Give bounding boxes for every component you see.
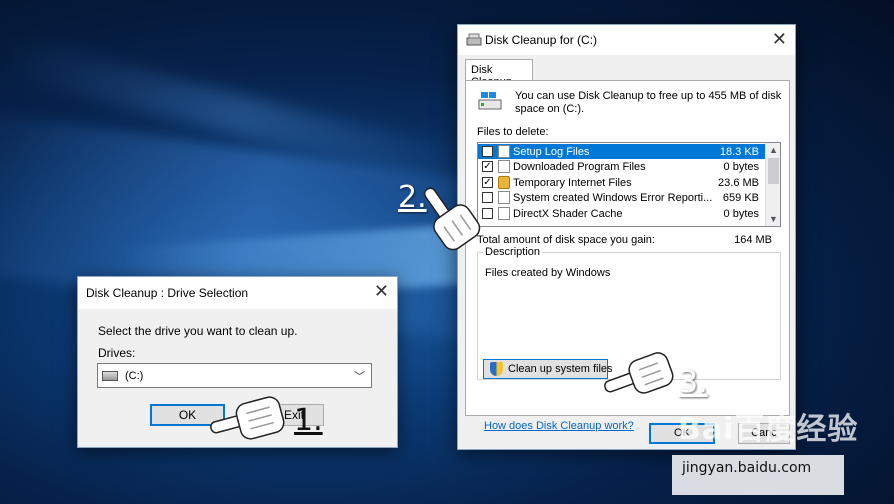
chevron-down-icon[interactable]: ﹀ bbox=[354, 368, 365, 384]
info-text: You can use Disk Cleanup to free up to 4… bbox=[515, 90, 782, 115]
total-value: 164 MB bbox=[734, 234, 772, 246]
watermark-url: jingyan.baidu.com bbox=[682, 460, 812, 476]
shield-icon bbox=[490, 362, 503, 376]
file-name: System created Windows Error Reporti... bbox=[513, 192, 713, 204]
lock-icon bbox=[498, 176, 510, 189]
scrollbar[interactable]: ▲ ▼ bbox=[765, 143, 780, 226]
drive-icon bbox=[102, 371, 118, 381]
file-name: Setup Log Files bbox=[513, 146, 590, 158]
scroll-down-icon[interactable]: ▼ bbox=[766, 212, 780, 226]
window-title: Disk Cleanup for (C:) bbox=[485, 33, 598, 47]
file-icon bbox=[498, 145, 510, 158]
watermark: Bai百度经验 jingyan.baidu.com bbox=[678, 404, 859, 476]
file-icon bbox=[498, 207, 510, 220]
file-size: 23.6 MB bbox=[718, 177, 759, 189]
file-name: Downloaded Program Files bbox=[513, 161, 646, 173]
list-item[interactable]: DirectX Shader Cache 0 bytes bbox=[478, 206, 765, 221]
file-size: 0 bytes bbox=[723, 208, 759, 220]
disk-cleanup-icon bbox=[466, 33, 482, 46]
file-size: 659 KB bbox=[722, 192, 759, 204]
description-text: Files created by Windows bbox=[485, 267, 611, 279]
drive-select[interactable]: (C:) ﹀ bbox=[97, 363, 372, 388]
list-item[interactable]: System created Windows Error Reporti... … bbox=[478, 190, 765, 205]
step-1-label: 1. bbox=[294, 403, 323, 438]
file-name: DirectX Shader Cache bbox=[513, 208, 623, 220]
drive-cleanup-icon bbox=[478, 92, 502, 110]
drives-label: Drives: bbox=[98, 346, 136, 360]
files-to-delete-label: Files to delete: bbox=[477, 126, 549, 138]
close-icon[interactable]: ✕ bbox=[772, 28, 787, 50]
pointing-hand-icon bbox=[604, 352, 674, 394]
list-item[interactable]: ✓ Temporary Internet Files 23.6 MB bbox=[478, 175, 765, 190]
title-bar: Disk Cleanup : Drive Selection ✕ bbox=[78, 277, 397, 309]
dialog-title: Disk Cleanup : Drive Selection bbox=[86, 286, 249, 300]
selected-drive: (C:) bbox=[125, 370, 144, 382]
close-icon[interactable]: ✕ bbox=[374, 280, 389, 302]
file-size: 0 bytes bbox=[723, 161, 759, 173]
tab-disk-cleanup[interactable]: Disk Cleanup bbox=[465, 59, 533, 88]
list-item[interactable]: Setup Log Files 18.3 KB bbox=[478, 144, 765, 159]
file-size: 18.3 KB bbox=[719, 146, 759, 158]
watermark-logo: Bai百度经验 bbox=[678, 412, 859, 447]
title-bar: Disk Cleanup for (C:) ✕ bbox=[458, 25, 795, 55]
file-name: Temporary Internet Files bbox=[513, 177, 632, 189]
scroll-thumb[interactable] bbox=[768, 158, 779, 184]
button-label: Clean up system files bbox=[508, 363, 613, 375]
checkbox[interactable] bbox=[482, 146, 493, 157]
clean-up-system-files-button[interactable]: Clean up system files bbox=[483, 359, 613, 379]
step-2-label: 2. bbox=[398, 180, 427, 215]
file-icon bbox=[498, 191, 510, 204]
files-to-delete-list[interactable]: Setup Log Files 18.3 KB ✓ Downloaded Pro… bbox=[477, 142, 781, 227]
how-disk-cleanup-works-link[interactable]: How does Disk Cleanup work? bbox=[484, 420, 634, 432]
total-label: Total amount of disk space you gain: bbox=[477, 234, 655, 246]
description-label: Description bbox=[483, 246, 543, 258]
step-3-label: 3. bbox=[679, 365, 708, 400]
scroll-up-icon[interactable]: ▲ bbox=[766, 143, 780, 157]
file-icon bbox=[498, 160, 510, 173]
list-item[interactable]: ✓ Downloaded Program Files 0 bytes bbox=[478, 159, 765, 174]
checkbox[interactable]: ✓ bbox=[482, 161, 493, 172]
drive-prompt: Select the drive you want to clean up. bbox=[98, 324, 298, 338]
pointing-hand-icon bbox=[210, 396, 285, 440]
